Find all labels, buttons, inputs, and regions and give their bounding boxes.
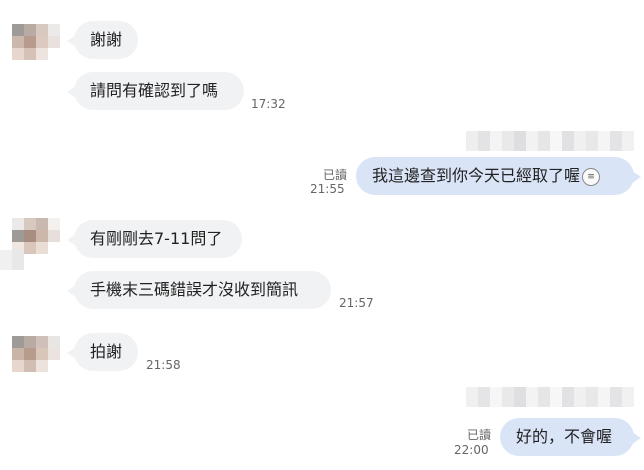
message-bubble[interactable]: 請問有確認到了嗎 <box>67 72 244 110</box>
message-time: 21:57 <box>339 296 374 310</box>
message-bubble[interactable]: 謝謝 <box>67 21 138 59</box>
contact-avatar[interactable] <box>12 24 60 60</box>
message-bubble[interactable]: 好的，不會喔 <box>500 418 641 456</box>
message-time: 21:58 <box>146 358 181 372</box>
message-text: 好的，不會喔 <box>516 427 613 446</box>
sender-name-blurred <box>466 387 634 407</box>
grimacing-face-icon: ≡ <box>582 167 601 186</box>
message-text: 我這邊查到你今天已經取了喔 <box>372 166 581 185</box>
message-text: 有剛剛去7-11問了 <box>90 229 223 248</box>
message-time: 21:55 <box>310 182 345 196</box>
contact-avatar[interactable] <box>12 218 60 254</box>
message-text: 拍謝 <box>90 342 123 361</box>
message-text: 謝謝 <box>90 30 123 49</box>
message-text: 手機末三碼錯誤才沒收到簡訊 <box>90 280 299 299</box>
message-time: 17:32 <box>251 97 286 111</box>
contact-avatar[interactable] <box>12 336 60 372</box>
message-time: 22:00 <box>454 443 489 457</box>
message-text: 請問有確認到了嗎 <box>90 81 219 100</box>
read-status: 已讀 <box>322 168 347 182</box>
message-bubble[interactable]: 有剛剛去7-11問了 <box>67 220 242 258</box>
sender-name-blurred <box>466 131 634 151</box>
message-bubble[interactable]: 拍謝 <box>67 333 138 371</box>
message-bubble[interactable]: 手機末三碼錯誤才沒收到簡訊 <box>67 271 331 309</box>
sender-name-blurred <box>0 250 24 270</box>
message-bubble[interactable]: 我這邊查到你今天已經取了喔 ≡ <box>356 157 641 195</box>
read-status: 已讀 <box>466 428 491 442</box>
